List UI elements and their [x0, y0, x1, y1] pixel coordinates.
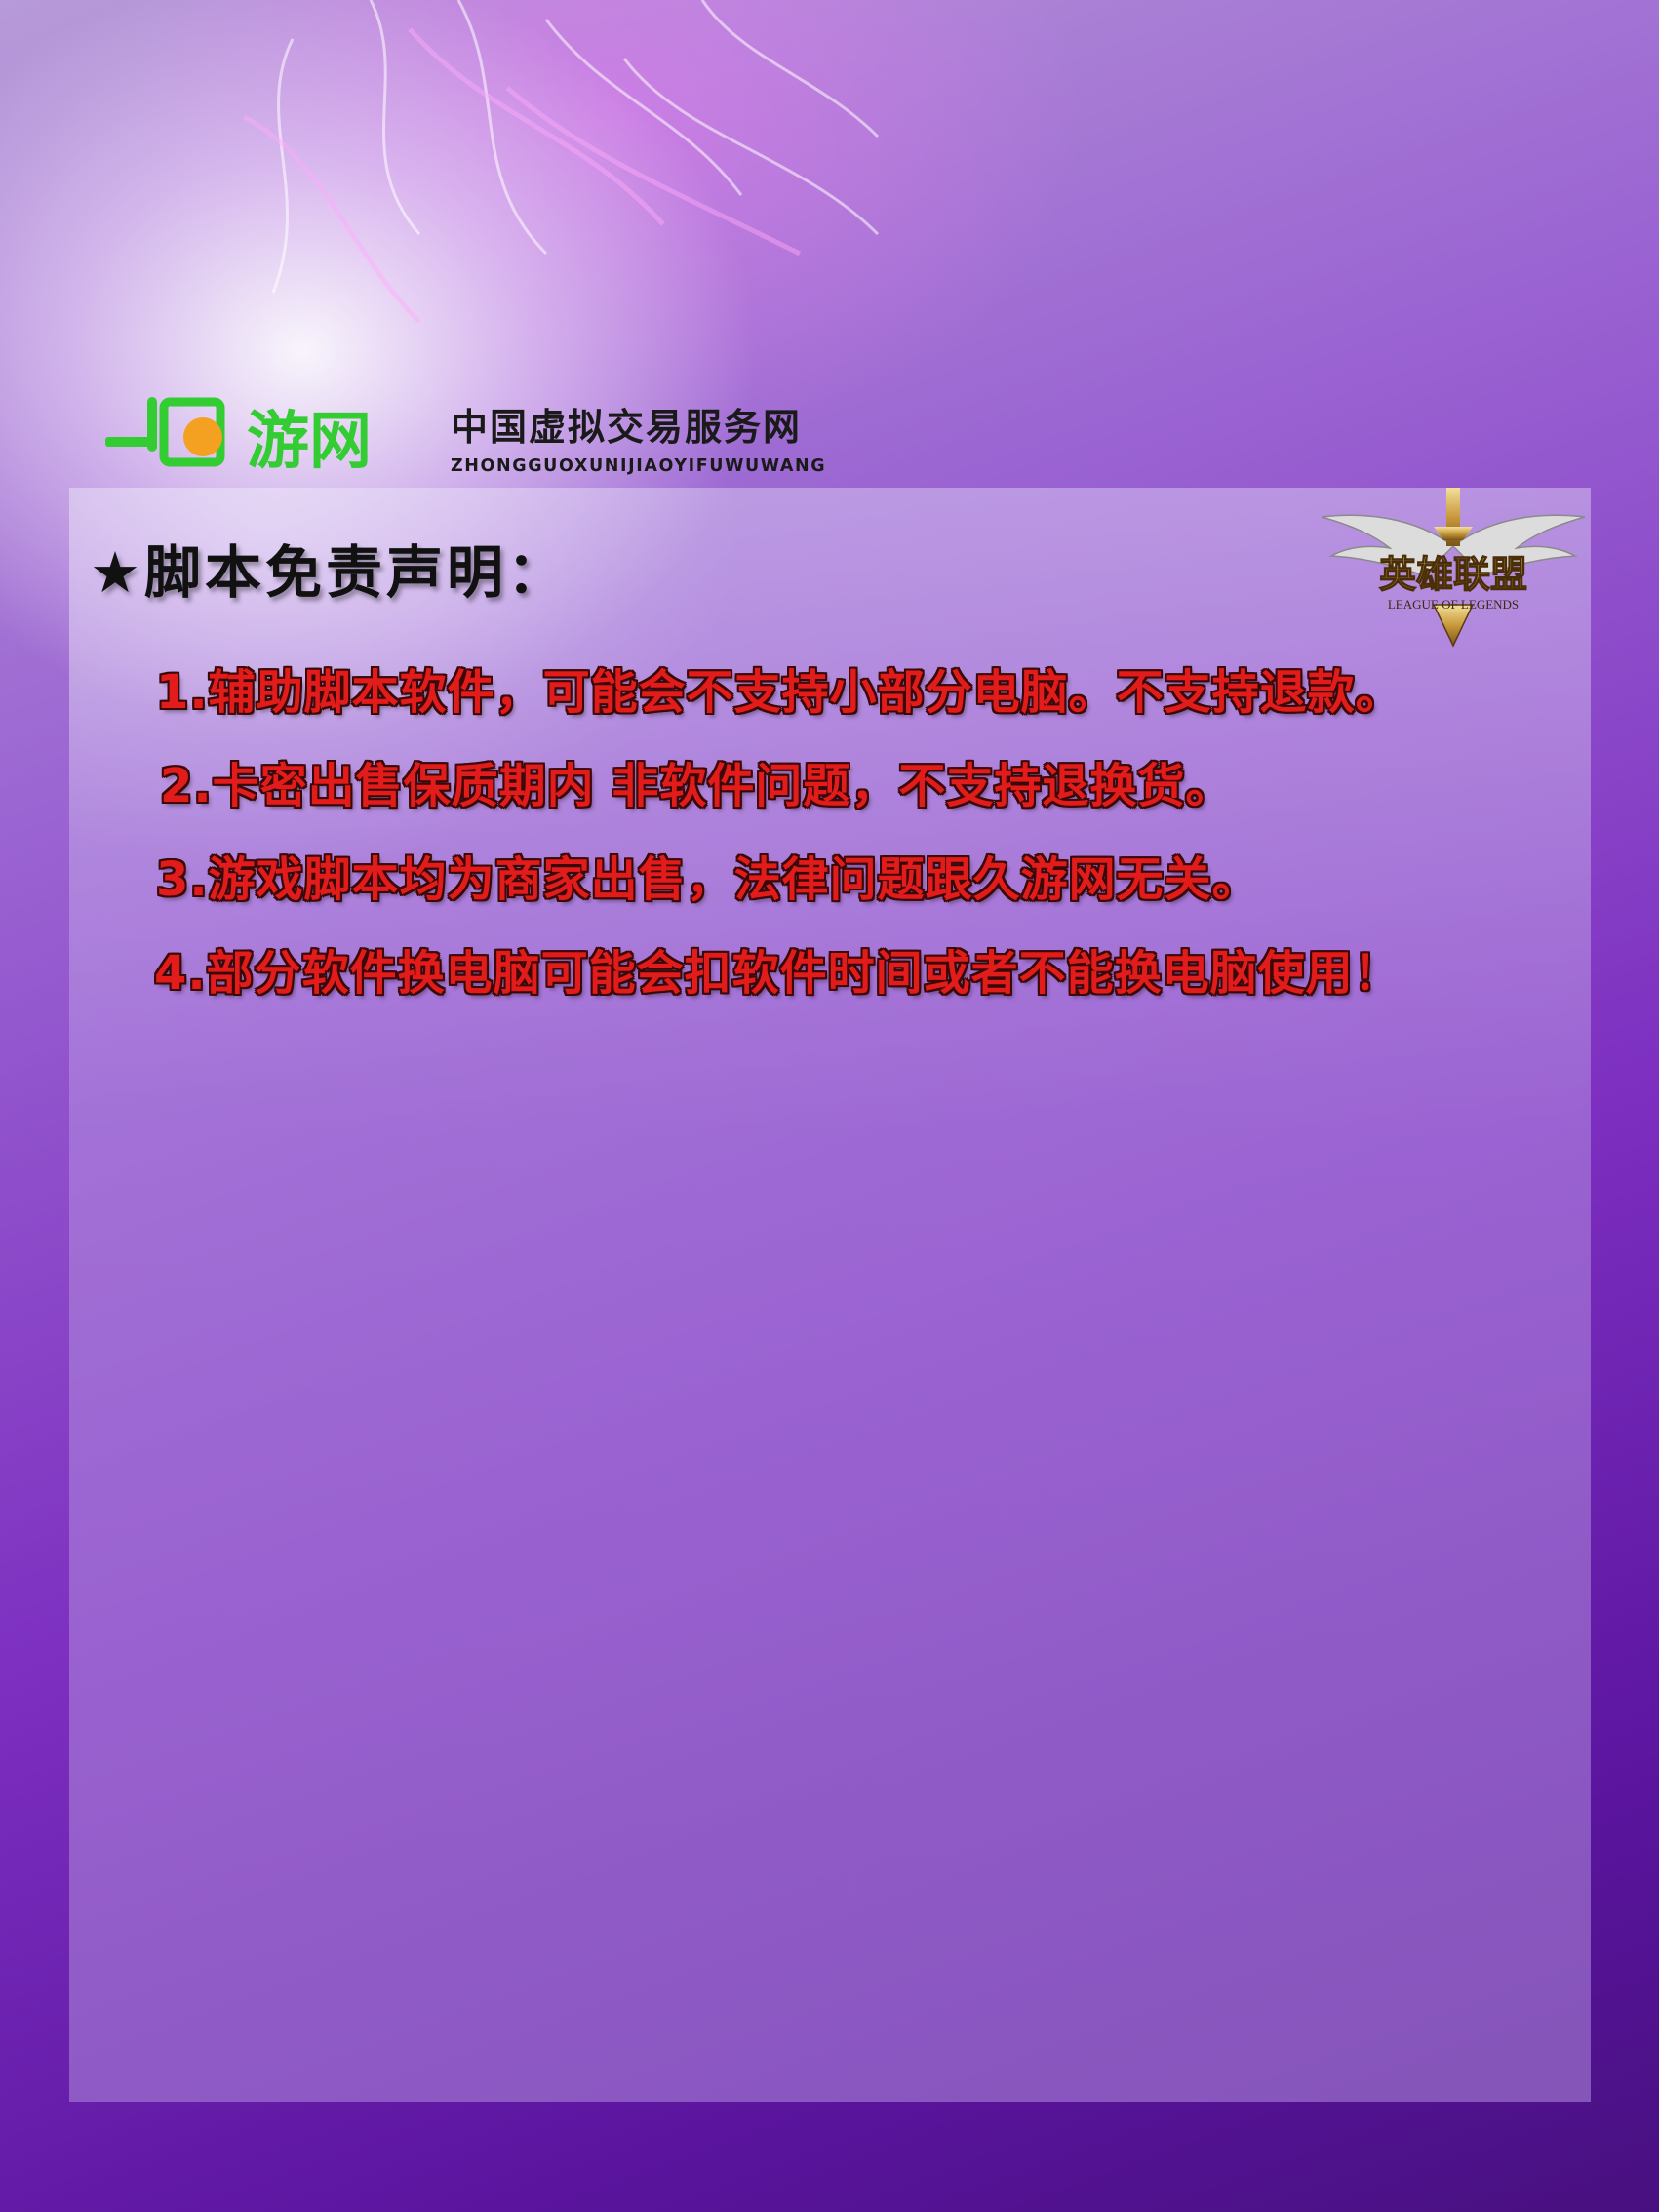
lol-title-cn: 英雄联盟	[1379, 552, 1527, 596]
list-item: 4.部分软件换电脑可能会扣软件时间或者不能换电脑使用！	[154, 946, 1402, 1001]
logo-dot	[183, 417, 222, 456]
logo-text: 游网	[247, 406, 372, 478]
slogan-pinyin: ZHONGGUOXUNIJIAOYIFUWUWANG	[451, 456, 827, 476]
page-title: ★脚本免责声明：	[90, 539, 568, 606]
site-slogan: 中国虚拟交易服务网 ZHONGGUOXUNIJIAOYIFUWUWANG	[451, 406, 826, 476]
list-item: 1.辅助脚本软件，可能会不支持小部分电脑。不支持退款。	[156, 665, 1403, 720]
list-item: 2.卡密出售保质期内 非软件问题，不支持退换货。	[160, 759, 1234, 813]
list-item: 3.游戏脚本均为商家出售，法律问题跟久游网无关。	[156, 852, 1260, 907]
slogan-chinese: 中国虚拟交易服务网	[451, 406, 803, 449]
lol-wings-logo-icon: 英雄联盟 LEAGUE OF LEGENDS	[1321, 488, 1586, 648]
notice-list: 1.辅助脚本软件，可能会不支持小部分电脑。不支持退款。 2.卡密出售保质期内 非…	[154, 663, 1580, 1038]
lol-title-en: LEAGUE OF LEGENDS	[1388, 597, 1519, 612]
logo-jj-mark	[105, 397, 225, 467]
site-logo: 游网	[105, 397, 372, 478]
